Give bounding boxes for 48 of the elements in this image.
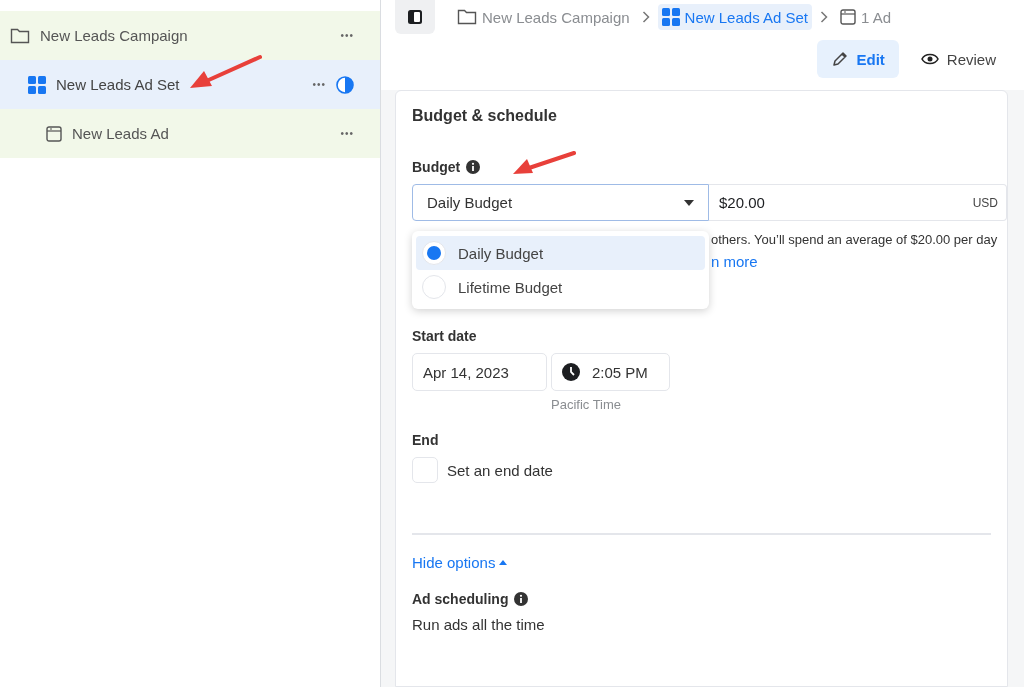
field-label: End [412, 432, 439, 448]
grid-icon [28, 75, 46, 94]
radio-button[interactable] [422, 275, 446, 299]
folder-icon [10, 26, 30, 45]
field-label: Budget [412, 159, 461, 175]
tree-item[interactable]: New Leads Campaign ••• [0, 11, 380, 60]
dropdown-option[interactable]: Lifetime Budget [416, 270, 705, 304]
eye-icon [920, 53, 939, 65]
folder-icon [457, 8, 477, 26]
radio-button[interactable] [422, 241, 446, 265]
more-button[interactable]: ••• [340, 30, 354, 41]
date-field[interactable]: Apr 14, 2023 [412, 353, 547, 391]
caret-icon [499, 560, 508, 565]
dropdown-option[interactable]: Daily Budget [416, 236, 705, 270]
grid-icon [661, 8, 680, 26]
review-button[interactable]: Review [906, 40, 1010, 78]
half-circle-icon [336, 75, 354, 94]
hide-options-link[interactable]: Hide options [412, 554, 508, 571]
breadcrumb-item[interactable]: New Leads Ad Set [657, 4, 812, 30]
tree-item[interactable]: New Leads Ad Set ••• [0, 60, 380, 109]
timezone-label: Pacific Time [551, 397, 623, 412]
field-label: Start date [412, 328, 477, 344]
currency-label: USD [972, 195, 998, 210]
card-title: Budget & schedule [412, 107, 558, 125]
field-label: Ad scheduling [412, 591, 509, 607]
checkbox-label: Set an end date [447, 461, 553, 479]
time-field[interactable]: 2:05 PM [551, 353, 670, 391]
budget-type-dropdown[interactable]: Daily Budget [412, 184, 709, 221]
learn-more-link[interactable]: n more [711, 253, 758, 270]
more-button[interactable]: ••• [340, 128, 354, 139]
chevron-icon [820, 11, 828, 23]
chevron-icon [641, 11, 650, 23]
info-icon[interactable] [466, 160, 481, 174]
help-text: others. You’ll spend an average of $20.00 per day [711, 232, 998, 247]
edit-button[interactable]: Edit [817, 40, 899, 78]
ad-icon [46, 125, 62, 142]
scheduling-value: Run ads all the time [412, 616, 546, 633]
caret-icon [684, 199, 694, 206]
tree-item[interactable]: New Leads Ad ••• [0, 109, 380, 158]
pencil-icon [831, 50, 849, 68]
budget-amount-field[interactable]: $20.00 USD [709, 184, 1007, 221]
info-icon[interactable] [514, 592, 529, 606]
sidebar-toggle-button[interactable] [395, 0, 435, 34]
ad-icon [840, 9, 856, 25]
clock-icon [562, 363, 580, 381]
more-button[interactable]: ••• [312, 79, 326, 90]
checkbox[interactable] [412, 457, 438, 483]
sidebar-panel-icon [407, 9, 423, 25]
